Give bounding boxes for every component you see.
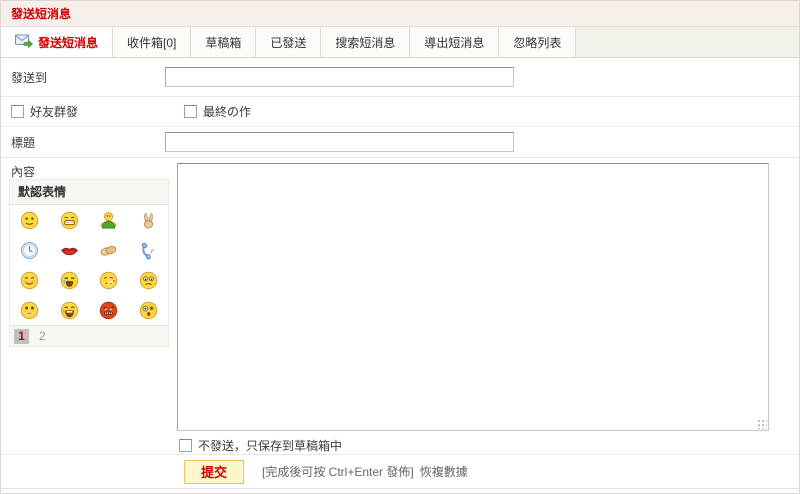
tab-label: 搜索短消息 bbox=[335, 35, 396, 50]
emoticon-blush-smiley-icon[interactable] bbox=[10, 265, 50, 295]
emoticon-telephone-icon[interactable] bbox=[129, 235, 169, 265]
emoticon-angry-smiley-icon[interactable] bbox=[89, 295, 129, 325]
emoticon-sick-smiley-icon[interactable] bbox=[89, 265, 129, 295]
save-draft-only-checkbox[interactable] bbox=[179, 439, 192, 452]
content-row: 內容 默認表情 1 2 bbox=[1, 158, 799, 437]
emoticon-grid bbox=[10, 204, 168, 326]
emoticon-laughing-smiley-icon[interactable] bbox=[50, 295, 90, 325]
emoticon-panel: 默認表情 1 2 bbox=[9, 179, 169, 347]
title-input[interactable] bbox=[165, 132, 514, 152]
pagination-page-2[interactable]: 2 bbox=[39, 329, 46, 343]
tab-ignore-list[interactable]: 忽略列表 bbox=[499, 27, 577, 57]
title-label: 標題 bbox=[11, 135, 36, 150]
emoticon-worried-smiley-icon[interactable] bbox=[129, 265, 169, 295]
emoticon-kiss-lips-icon[interactable] bbox=[50, 235, 90, 265]
content-textarea[interactable] bbox=[177, 163, 769, 431]
emoticon-grin-smiley-icon[interactable] bbox=[50, 205, 90, 235]
emoticon-victory-hand-icon[interactable] bbox=[129, 205, 169, 235]
emoticon-crying-smiley-icon[interactable] bbox=[50, 265, 90, 295]
emoticon-pagination: 1 2 bbox=[10, 326, 168, 346]
submit-button[interactable]: 提交 bbox=[184, 459, 245, 484]
emoticon-hug-smiley-icon[interactable] bbox=[89, 205, 129, 235]
tab-label: 發送短消息 bbox=[38, 35, 99, 50]
pagination-page-current[interactable]: 1 bbox=[14, 328, 29, 344]
emoticon-smile-smiley-icon[interactable] bbox=[10, 295, 50, 325]
final-work-checkbox[interactable] bbox=[184, 105, 197, 118]
submit-hint: [完成後可按 Ctrl+Enter 發佈] bbox=[262, 465, 414, 479]
tab-export-messages[interactable]: 導出短消息 bbox=[410, 27, 500, 57]
title-row: 標題 bbox=[1, 127, 799, 158]
emoticon-smirk-smiley-icon[interactable] bbox=[10, 205, 50, 235]
tab-label: 草稿箱 bbox=[205, 35, 242, 50]
draft-only-row: 不發送，只保存到草稿箱中 bbox=[1, 437, 799, 455]
tab-sent[interactable]: 已發送 bbox=[256, 27, 322, 57]
emoticon-clock-icon[interactable] bbox=[10, 235, 50, 265]
page-title: 發送短消息 bbox=[11, 7, 72, 21]
tab-inbox[interactable]: 收件箱[0] bbox=[113, 27, 192, 57]
submit-row: 提交 [完成後可按 Ctrl+Enter 發佈] 恢複數據 bbox=[1, 455, 799, 489]
send-to-row: 發送到 bbox=[1, 58, 799, 97]
restore-data-link[interactable]: 恢複數據 bbox=[420, 463, 468, 480]
send-to-label: 發送到 bbox=[11, 70, 48, 85]
tab-send-message[interactable]: 發送短消息 bbox=[1, 27, 114, 57]
friend-mass-send-label: 好友群發 bbox=[30, 105, 79, 119]
tab-label: 導出短消息 bbox=[424, 35, 485, 50]
emoticon-panel-header: 默認表情 bbox=[18, 185, 67, 199]
options-row: 好友群發 最終の作 bbox=[1, 97, 799, 127]
send-to-input[interactable] bbox=[165, 67, 514, 87]
send-message-page: 發送短消息 發送短消息 收件箱[0] 草稿箱 已發送 搜索短消息 導出短消息 忽… bbox=[0, 0, 800, 494]
tab-label: 收件箱[0] bbox=[127, 35, 177, 50]
tab-bar-filler bbox=[576, 27, 799, 57]
tab-label: 已發送 bbox=[270, 35, 307, 50]
tab-label: 忽略列表 bbox=[513, 35, 562, 50]
save-draft-only-label: 不發送，只保存到草稿箱中 bbox=[198, 439, 343, 453]
emoticon-handshake-icon[interactable] bbox=[89, 235, 129, 265]
envelope-send-icon bbox=[15, 34, 33, 51]
tab-drafts[interactable]: 草稿箱 bbox=[191, 27, 257, 57]
tab-bar: 發送短消息 收件箱[0] 草稿箱 已發送 搜索短消息 導出短消息 忽略列表 bbox=[1, 27, 799, 58]
content-label: 內容 bbox=[11, 165, 36, 179]
friend-mass-send-checkbox[interactable] bbox=[11, 105, 24, 118]
page-header: 發送短消息 bbox=[1, 1, 799, 27]
tab-search-messages[interactable]: 搜索短消息 bbox=[321, 27, 411, 57]
final-work-label: 最終の作 bbox=[203, 105, 252, 119]
textarea-resize-grip[interactable] bbox=[757, 419, 767, 429]
emoticon-shocked-smiley-icon[interactable] bbox=[129, 295, 169, 325]
